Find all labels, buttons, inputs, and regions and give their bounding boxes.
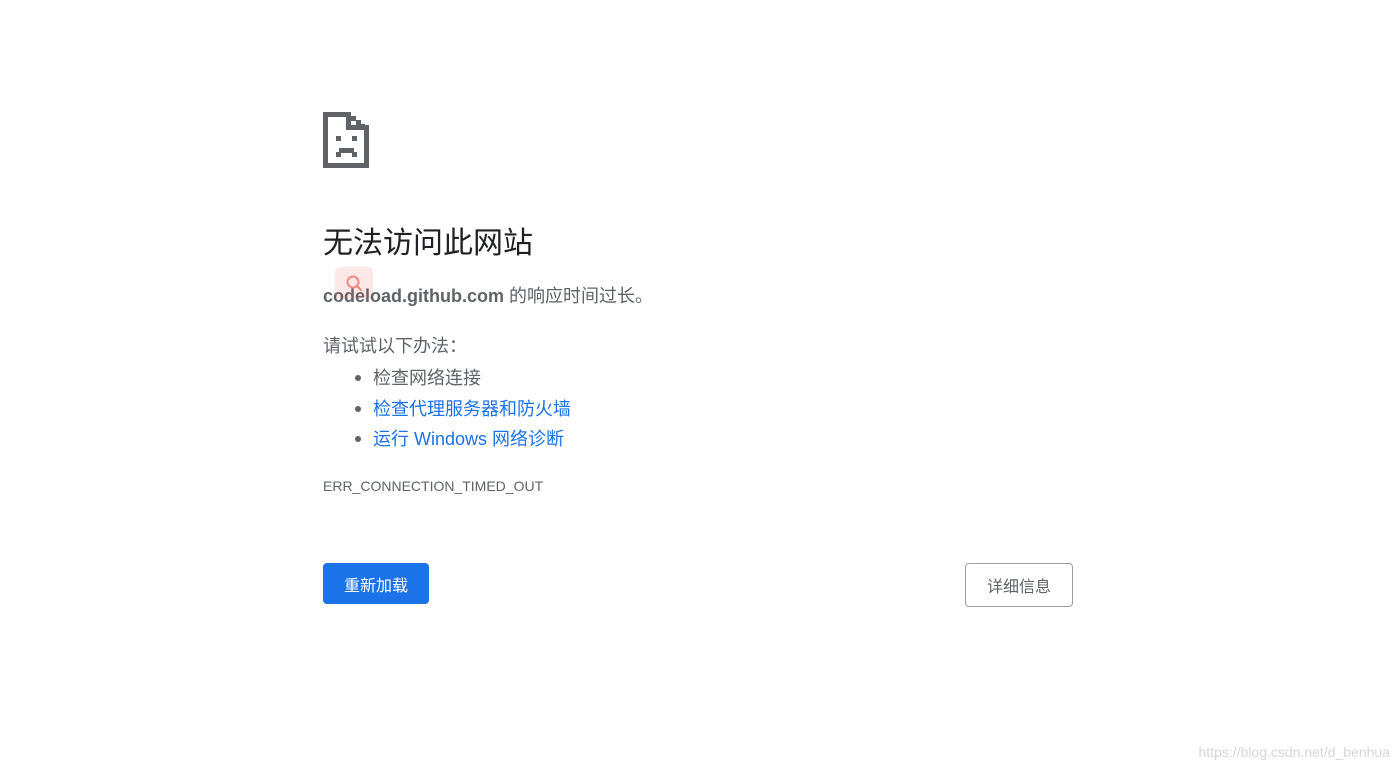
search-icon — [346, 275, 362, 291]
suggestion-link-label[interactable]: 运行 Windows 网络诊断 — [373, 429, 564, 449]
summary-message: 的响应时间过长。 — [504, 286, 654, 306]
search-badge[interactable] — [335, 267, 373, 299]
suggestions-list: 检查网络连接 检查代理服务器和防火墙 运行 Windows 网络诊断 — [323, 363, 571, 455]
suggestion-windows-diagnostics-link[interactable]: 运行 Windows 网络诊断 — [355, 424, 571, 455]
details-button[interactable]: 详细信息 — [965, 563, 1073, 607]
suggestion-label: 检查网络连接 — [373, 368, 481, 388]
reload-button[interactable]: 重新加载 — [323, 563, 429, 604]
watermark: https://blog.csdn.net/d_benhua — [1198, 744, 1390, 760]
suggestion-check-connection: 检查网络连接 — [355, 363, 571, 394]
error-code: ERR_CONNECTION_TIMED_OUT — [323, 478, 544, 494]
suggestion-check-proxy-link[interactable]: 检查代理服务器和防火墙 — [355, 394, 571, 425]
suggestions-heading: 请试试以下办法： — [323, 336, 467, 356]
page-title: 无法访问此网站 — [323, 227, 533, 260]
suggestion-link-label[interactable]: 检查代理服务器和防火墙 — [373, 399, 571, 419]
sad-document-icon — [323, 112, 369, 168]
error-page-content: 无法访问此网站 codeload.github.com 的响应时间过长。 请试试… — [323, 112, 1073, 607]
